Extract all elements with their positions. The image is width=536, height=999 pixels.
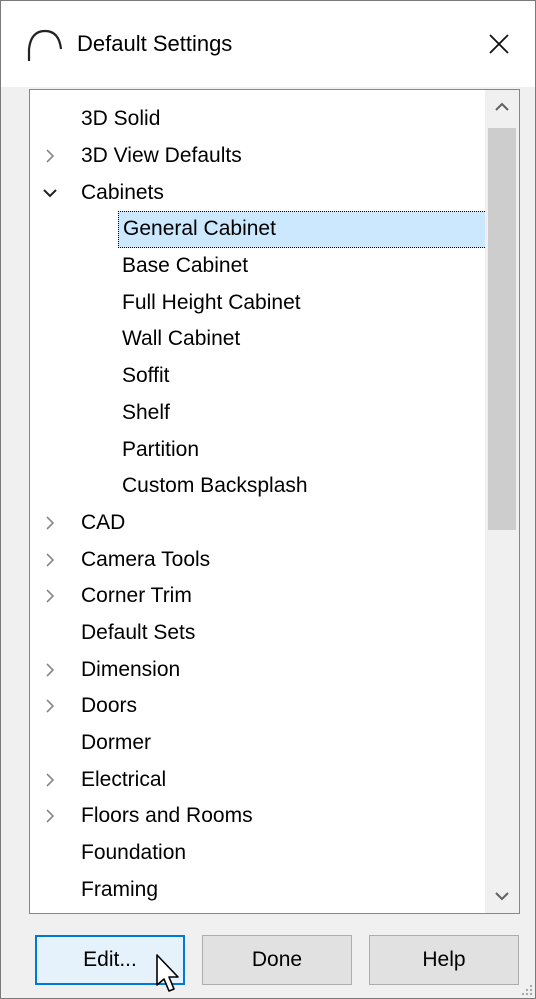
default-settings-dialog: Default Settings 3D Solid 3D View Default… [0, 0, 536, 999]
tree-item-label: General Cabinet [118, 211, 487, 248]
tree-item[interactable]: Camera Tools [30, 541, 485, 578]
chevron-right-icon[interactable] [40, 138, 60, 175]
chevron-right-icon[interactable] [40, 761, 60, 798]
tree-item[interactable]: Shelf [30, 395, 485, 432]
tree-item-label: Dormer [81, 731, 152, 755]
tree-item[interactable]: 3D View Defaults [30, 138, 485, 175]
window-title: Default Settings [77, 31, 233, 56]
chevron-right-icon[interactable] [40, 651, 60, 688]
tree-item[interactable]: 3D Solid [30, 101, 485, 138]
tree-item-label: Cabinets [81, 180, 164, 204]
chevron-right-icon[interactable] [40, 688, 60, 725]
tree-item[interactable]: Wall Cabinet [30, 321, 485, 358]
chevron-up-icon [495, 102, 509, 111]
tree-item[interactable]: Default Sets [30, 615, 485, 652]
settings-tree[interactable]: 3D Solid 3D View Defaults Cabinets General … [29, 89, 520, 914]
close-icon [489, 34, 509, 54]
help-button[interactable]: Help [369, 935, 519, 985]
tree-item-label: Custom Backsplash [122, 474, 308, 498]
tree-item-label: Base Cabinet [122, 254, 249, 278]
tree-item[interactable]: Custom Backsplash [30, 468, 485, 505]
chevron-right-icon[interactable] [40, 798, 60, 835]
tree-item[interactable]: Foundation [30, 835, 485, 872]
vertical-scrollbar[interactable] [485, 90, 519, 913]
tree-item-label: Soffit [122, 364, 170, 388]
tree-item-label: Corner Trim [81, 584, 192, 608]
tree-item[interactable]: Dimension [30, 651, 485, 688]
tree-item-label: Floors and Rooms [81, 804, 253, 828]
tree-item-label: Shelf [122, 400, 170, 424]
tree-item[interactable]: Doors [30, 688, 485, 725]
tree-item[interactable]: General Cabinet [30, 211, 487, 248]
tree-item-label: Framing [81, 877, 159, 901]
chevron-right-icon[interactable] [40, 541, 60, 578]
tree-item[interactable]: CAD [30, 505, 485, 542]
chevron-right-icon[interactable] [40, 578, 60, 615]
tree-item-label: Full Height Cabinet [122, 290, 301, 314]
tree-item-label: Electrical [81, 767, 167, 791]
tree-item-label: 3D Solid [81, 107, 161, 131]
scroll-thumb[interactable] [488, 128, 516, 530]
resize-grip-icon[interactable] [519, 982, 533, 996]
close-button[interactable] [463, 1, 535, 87]
scroll-up-button[interactable] [485, 90, 519, 124]
tree-item[interactable]: Base Cabinet [30, 248, 485, 285]
tree-item-label: Default Sets [81, 620, 196, 644]
tree-item-label: Partition [122, 437, 200, 461]
scroll-down-button[interactable] [485, 879, 519, 913]
tree-item[interactable]: Floors and Rooms [30, 798, 485, 835]
tree-item[interactable]: Partition [30, 431, 485, 468]
tree-item-label: Foundation [81, 841, 187, 865]
tree-list: 3D Solid 3D View Defaults Cabinets General … [30, 101, 487, 908]
arch-icon [27, 29, 63, 61]
tree-item[interactable]: Full Height Cabinet [30, 284, 485, 321]
tree-item-label: Wall Cabinet [122, 327, 241, 351]
tree-item[interactable]: Framing [30, 871, 485, 908]
chevron-down-icon [495, 892, 509, 901]
mouse-pointer-icon [156, 954, 179, 992]
tree-item[interactable]: Soffit [30, 358, 485, 395]
tree-item[interactable]: Cabinets [30, 174, 485, 211]
chevron-right-icon[interactable] [40, 505, 60, 542]
tree-item[interactable]: Corner Trim [30, 578, 485, 615]
tree-item-label: Camera Tools [81, 547, 211, 571]
done-button[interactable]: Done [202, 935, 352, 985]
tree-item-label: CAD [81, 510, 126, 534]
title-bar[interactable]: Default Settings [1, 1, 535, 87]
tree-item-label: 3D View Defaults [81, 144, 242, 168]
tree-item[interactable]: Dormer [30, 725, 485, 762]
tree-item-label: Dimension [81, 657, 181, 681]
tree-item[interactable]: Electrical [30, 761, 485, 798]
chevron-down-icon[interactable] [40, 174, 60, 211]
tree-item-label: Doors [81, 694, 138, 718]
